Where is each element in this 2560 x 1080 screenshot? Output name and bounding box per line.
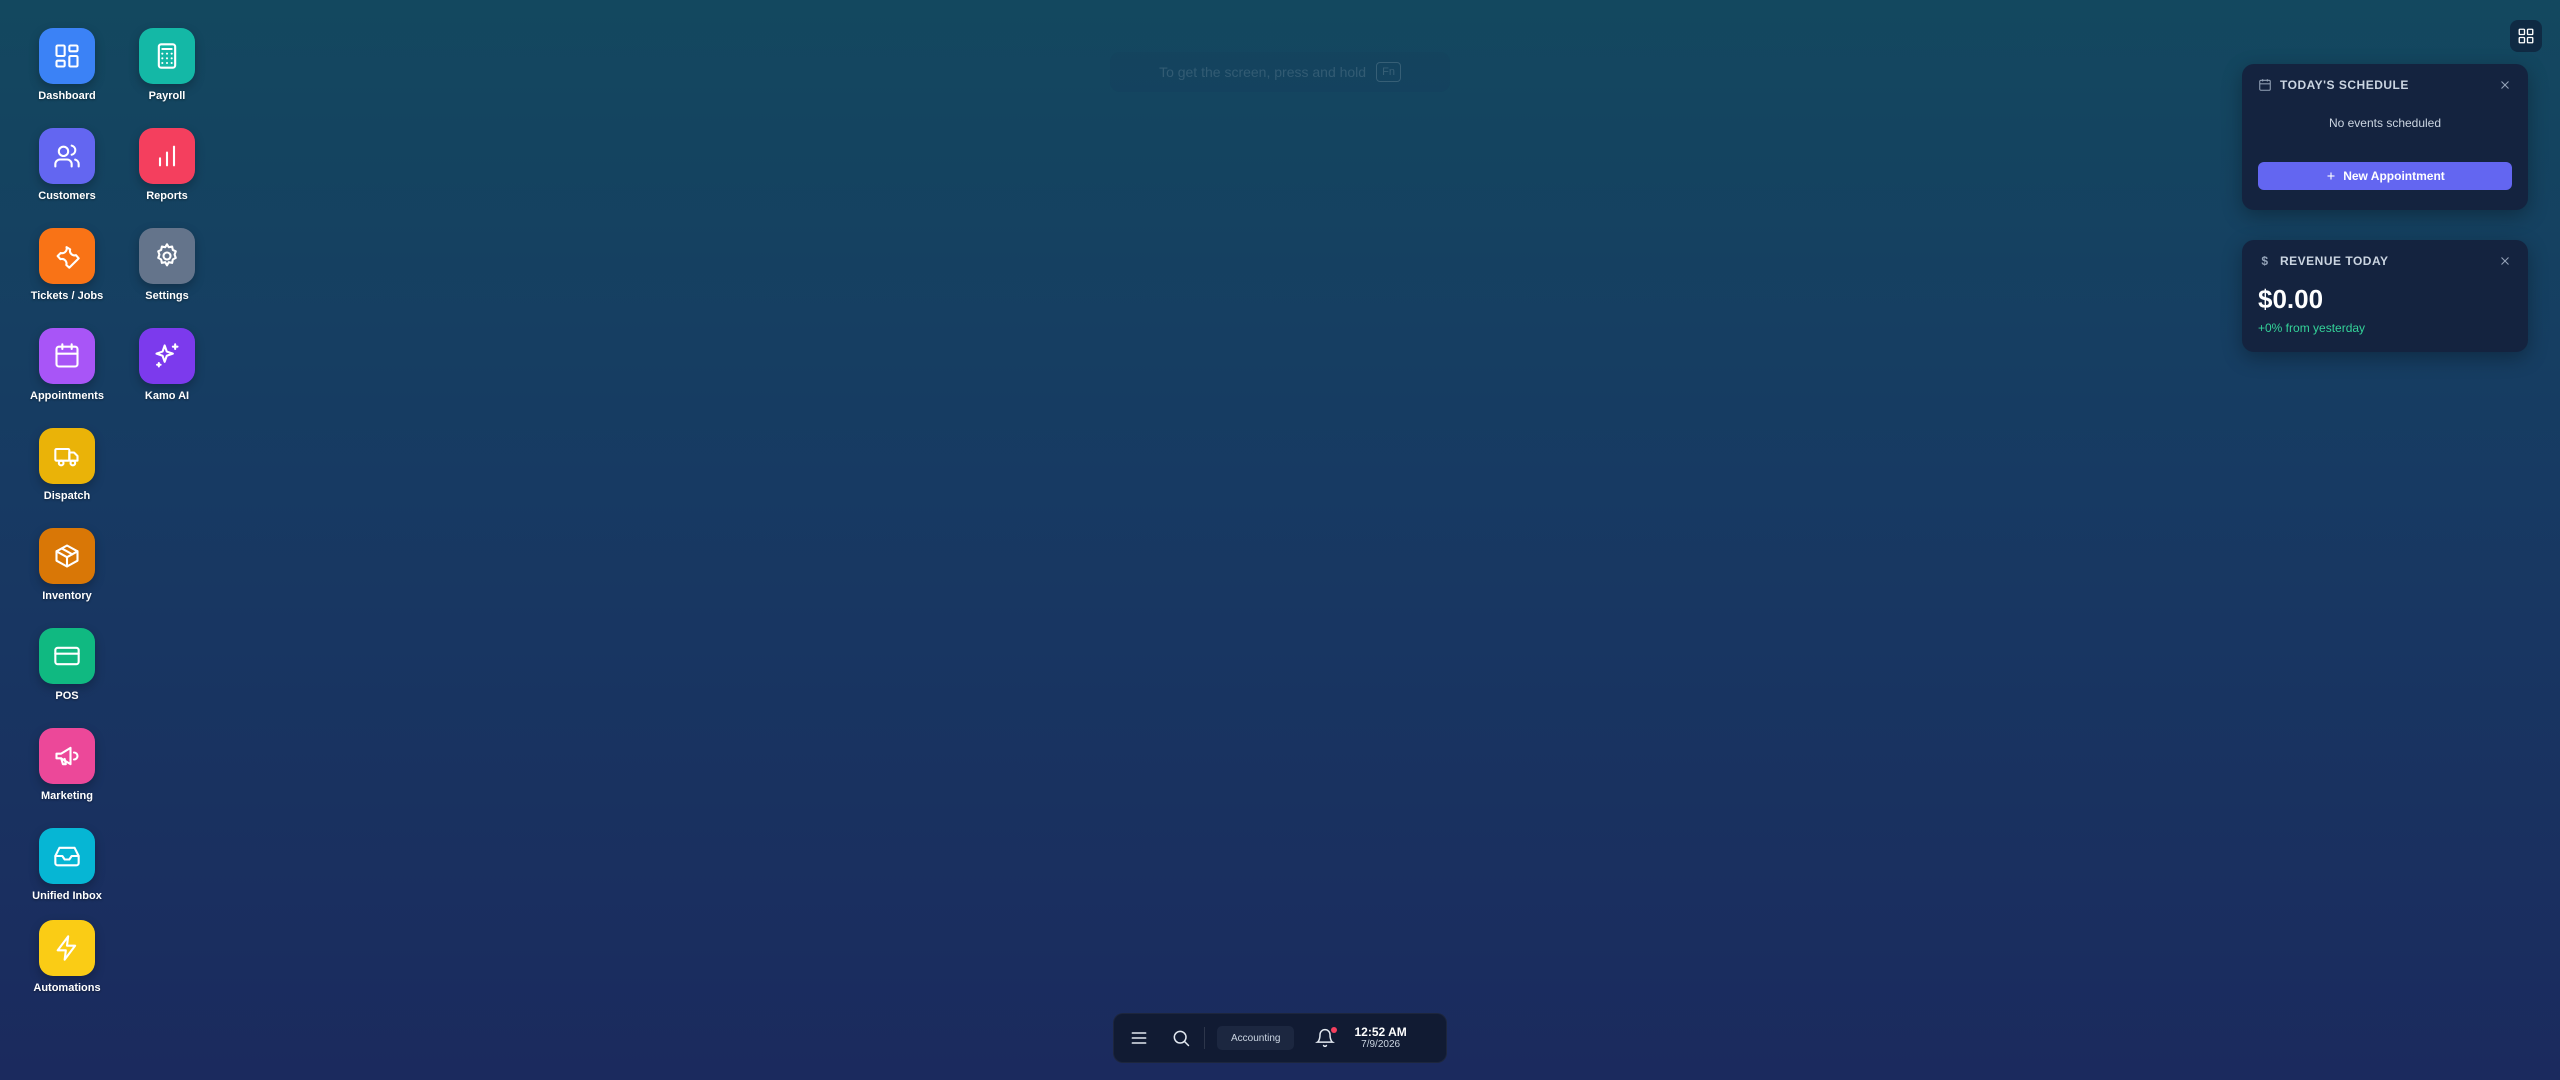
close-icon[interactable]	[2498, 254, 2512, 268]
dollar-icon: $	[2261, 254, 2269, 268]
search-hint: To get the screen, press and hold Fn	[1110, 52, 1450, 92]
schedule-empty-text: No events scheduled	[2328, 116, 2442, 130]
revenue-widget-title: REVENUE TODAY	[2280, 254, 2389, 268]
search-button[interactable]	[1170, 1027, 1192, 1049]
menu-icon	[1131, 1032, 1147, 1044]
clock[interactable]: 12:52 AM 7/9/2026	[1354, 1025, 1406, 1051]
app-kamo-ai[interactable]: Kamo AI	[117, 328, 217, 402]
app-tickets-jobs[interactable]: Tickets / Jobs	[17, 228, 117, 302]
megaphone-icon	[39, 728, 95, 784]
close-icon[interactable]	[2498, 78, 2512, 92]
app-dashboard[interactable]: Dashboard	[17, 28, 117, 102]
dashboard-icon	[39, 28, 95, 84]
app-label: Settings	[145, 290, 189, 302]
app-label: Reports	[146, 190, 188, 202]
taskbar-divider	[1204, 1027, 1205, 1049]
sparkles-icon	[139, 328, 195, 384]
widget-grid-button[interactable]	[2510, 20, 2542, 52]
app-dispatch[interactable]: Dispatch	[17, 428, 117, 502]
hint-text: To get the screen, press and hold	[1159, 64, 1367, 80]
gear-icon	[139, 228, 195, 284]
schedule-widget-header: TODAY'S SCHEDULE	[2258, 78, 2512, 92]
app-label: Kamo AI	[144, 390, 190, 402]
menu-button[interactable]	[1128, 1027, 1150, 1049]
app-label: Dispatch	[43, 490, 91, 502]
lightning-icon	[39, 920, 95, 976]
app-label: Payroll	[148, 90, 186, 102]
box-icon	[39, 528, 95, 584]
app-payroll[interactable]: Payroll	[117, 28, 217, 102]
taskbar: Accounting 12:52 AM 7/9/2026	[1113, 1013, 1447, 1063]
bar-chart-icon	[139, 128, 195, 184]
app-appointments[interactable]: Appointments	[17, 328, 117, 402]
app-unified-inbox[interactable]: Unified Inbox	[17, 828, 117, 902]
schedule-widget: TODAY'S SCHEDULE No events scheduled New…	[2242, 64, 2528, 210]
users-icon	[39, 128, 95, 184]
app-label: Automations	[33, 982, 101, 994]
app-label: POS	[55, 690, 79, 702]
app-inventory[interactable]: Inventory	[17, 528, 117, 602]
revenue-value: $0.00	[2258, 284, 2324, 314]
hint-key: Fn	[1376, 62, 1401, 82]
app-label: Inventory	[42, 590, 92, 602]
revenue-widget-header: $ REVENUE TODAY	[2258, 254, 2512, 268]
app-label: Tickets / Jobs	[30, 290, 104, 302]
revenue-widget: $ REVENUE TODAY $0.00 +0% from yesterday	[2242, 240, 2528, 352]
app-label: Unified Inbox	[32, 890, 102, 902]
calculator-icon	[139, 28, 195, 84]
app-customers[interactable]: Customers	[17, 128, 117, 202]
clock-time: 12:52 AM	[1354, 1024, 1407, 1039]
app-settings[interactable]: Settings	[117, 228, 217, 302]
new-appointment-button[interactable]: New Appointment	[2258, 162, 2512, 190]
app-automations[interactable]: Automations	[17, 920, 117, 994]
app-label: Appointments	[30, 390, 104, 402]
app-label: Marketing	[41, 790, 93, 802]
schedule-widget-title: TODAY'S SCHEDULE	[2280, 78, 2409, 92]
app-marketing[interactable]: Marketing	[17, 728, 117, 802]
app-reports[interactable]: Reports	[117, 128, 217, 202]
wrench-icon	[39, 228, 95, 284]
revenue-change: +0% from yesterday	[2258, 321, 2366, 335]
clock-date: 7/9/2026	[1361, 1039, 1401, 1051]
notifications-button[interactable]	[1314, 1027, 1338, 1049]
grid-icon	[2518, 28, 2534, 44]
plus-icon	[2327, 172, 2335, 180]
app-label: Dashboard	[38, 90, 96, 102]
credit-card-icon	[39, 628, 95, 684]
inbox-icon	[39, 828, 95, 884]
app-label: Customers	[38, 190, 96, 202]
search-icon	[1173, 1030, 1190, 1047]
truck-icon	[39, 428, 95, 484]
new-appointment-label: New Appointment	[2343, 169, 2445, 183]
notification-dot	[1331, 1027, 1338, 1033]
taskbar-app-accounting[interactable]: Accounting	[1217, 1026, 1295, 1050]
app-pos[interactable]: POS	[17, 628, 117, 702]
calendar-icon	[39, 328, 95, 384]
calendar-icon	[2259, 79, 2271, 91]
